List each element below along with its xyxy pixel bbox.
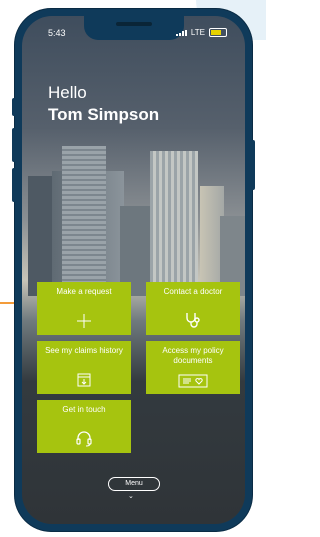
battery-icon	[209, 28, 227, 37]
tile-label: Access my policy documents	[162, 346, 224, 365]
user-name: Tom Simpson	[48, 105, 160, 124]
tile-policy-documents[interactable]: Access my policy documents	[146, 341, 240, 394]
phone-speaker	[116, 22, 152, 26]
greeting-hello: Hello	[48, 83, 87, 102]
tile-claims-history[interactable]: See my claims history	[37, 341, 131, 394]
volume-down-button	[12, 168, 16, 202]
document-heart-icon	[146, 374, 240, 388]
chevron-down-icon[interactable]: ⌄	[128, 492, 134, 500]
menu-label: Menu	[125, 480, 143, 487]
menu-button[interactable]: Menu	[108, 477, 160, 491]
tile-label: See my claims history	[45, 346, 123, 355]
tile-contact-doctor[interactable]: Contact a doctor	[146, 282, 240, 335]
signal-icon	[175, 29, 187, 36]
phone-notch	[84, 16, 184, 40]
city-skyline-image	[22, 126, 245, 296]
tile-label: Make a request	[56, 287, 112, 296]
headset-icon	[37, 429, 131, 447]
status-time: 5:43	[48, 28, 66, 38]
stethoscope-icon	[146, 311, 240, 329]
app-screen: 5:43 LTE Hello Tom Simpson Make a reques…	[22, 16, 245, 524]
tile-label: Contact a doctor	[163, 287, 223, 296]
mute-switch	[12, 98, 16, 116]
tile-make-request[interactable]: Make a request	[37, 282, 131, 335]
power-button	[251, 140, 255, 190]
volume-up-button	[12, 128, 16, 162]
tile-label: Get in touch	[62, 405, 106, 414]
download-box-icon	[37, 372, 131, 388]
plus-icon	[37, 313, 131, 329]
status-indicators: LTE	[175, 28, 227, 37]
network-type: LTE	[190, 28, 205, 37]
tile-get-in-touch[interactable]: Get in touch	[37, 400, 131, 453]
